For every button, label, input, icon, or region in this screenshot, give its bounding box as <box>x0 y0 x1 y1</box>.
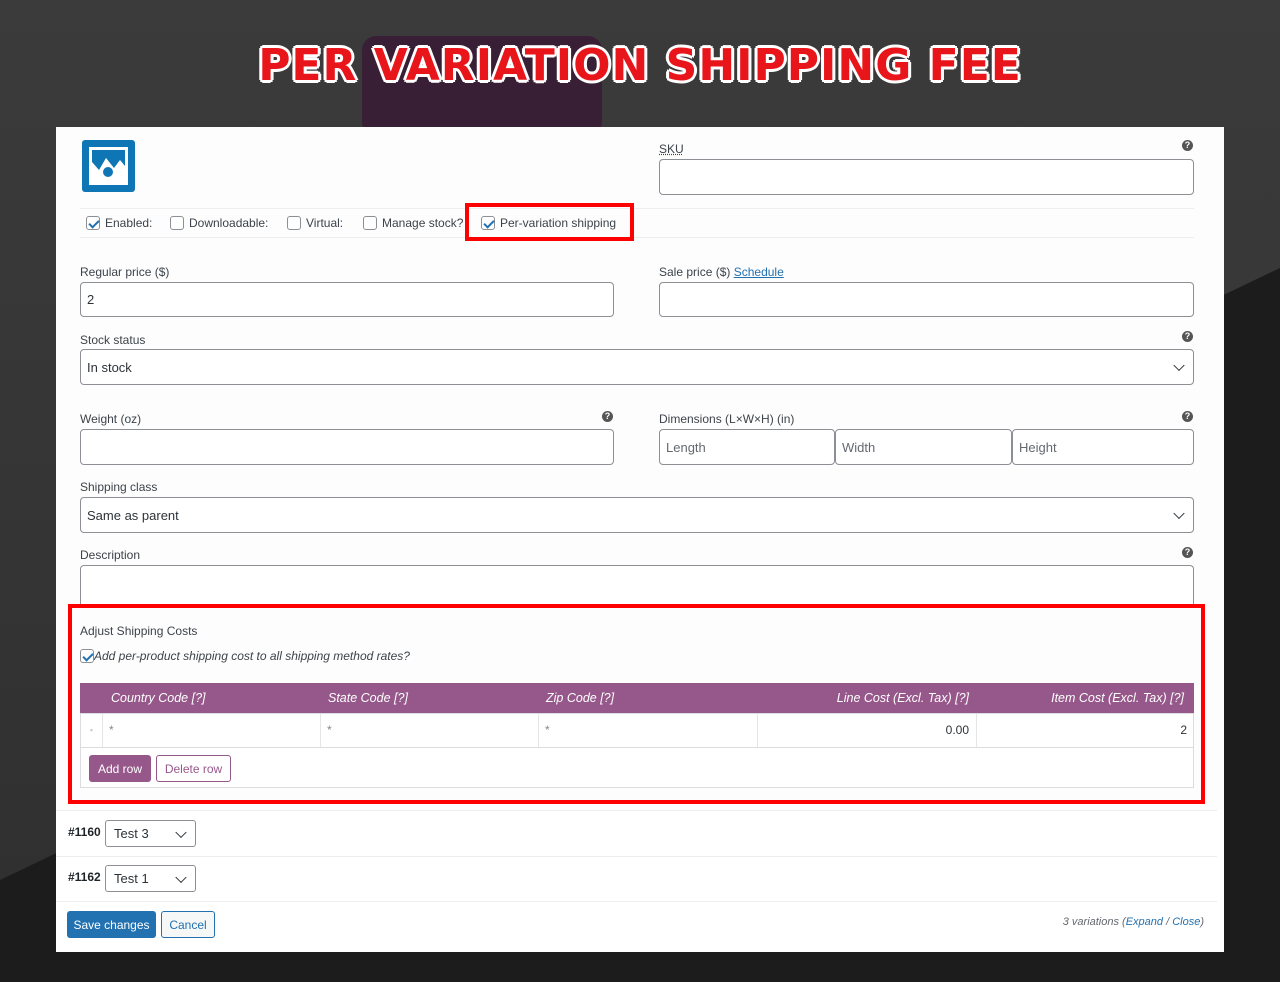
help-icon[interactable]: ? <box>1182 140 1193 151</box>
chevron-down-icon <box>1173 507 1185 520</box>
shipping-rates-header: Country Code [?] State Code [?] Zip Code… <box>80 683 1194 713</box>
checkbox-icon[interactable] <box>287 216 301 230</box>
help-icon[interactable]: ? <box>602 411 613 422</box>
variation-attribute-value: Test 3 <box>114 826 149 841</box>
line-cost-cell[interactable]: 0.00 <box>758 714 977 747</box>
per-variation-shipping-checkbox[interactable]: Per-variation shipping <box>481 216 616 230</box>
virtual-checkbox[interactable]: Virtual: <box>287 216 343 230</box>
drag-handle-icon[interactable]: ▪ <box>81 714 103 747</box>
variation-attribute-value: Test 1 <box>114 871 149 886</box>
variation-attribute-select[interactable]: Test 3 <box>105 820 196 847</box>
stock-status-value: In stock <box>87 359 132 375</box>
expand-link[interactable]: Expand <box>1126 916 1163 928</box>
regular-price-label: Regular price ($) <box>80 265 170 279</box>
per-variation-shipping-label: Per-variation shipping <box>500 216 617 230</box>
chevron-down-icon <box>1173 359 1185 372</box>
variations-count: 3 variations (Expand / Close) <box>1063 916 1204 928</box>
add-row-button[interactable]: Add row <box>89 755 151 782</box>
regular-price-input[interactable]: 2 <box>80 282 614 317</box>
weight-input[interactable] <box>80 429 614 465</box>
help-icon[interactable]: ? <box>1182 547 1193 558</box>
col-state-code[interactable]: State Code [?] <box>328 683 408 713</box>
shipping-class-value: Same as parent <box>87 507 179 523</box>
sku-label: SKU <box>659 142 684 156</box>
item-cost-cell[interactable]: 2 <box>977 714 1193 747</box>
help-icon[interactable]: ? <box>1182 411 1193 422</box>
cancel-button[interactable]: Cancel <box>161 911 215 938</box>
description-label: Description <box>80 548 141 562</box>
table-row: ▪ * * * 0.00 2 <box>80 713 1194 748</box>
image-placeholder-icon[interactable] <box>82 140 135 192</box>
variations-count-text: 3 variations ( <box>1062 916 1126 928</box>
checkbox-icon[interactable] <box>481 216 495 230</box>
save-changes-button[interactable]: Save changes <box>67 911 156 938</box>
sale-price-label: Sale price ($) <box>659 265 731 279</box>
checkbox-icon[interactable] <box>363 216 377 230</box>
description-textarea[interactable] <box>80 565 1194 605</box>
length-input[interactable]: Length <box>659 429 835 465</box>
checkbox-icon[interactable] <box>80 649 94 663</box>
chevron-down-icon <box>175 826 187 838</box>
dimensions-label: Dimensions (L×W×H) (in) <box>659 412 795 426</box>
shipping-class-select[interactable]: Same as parent <box>80 497 1194 533</box>
col-line-cost[interactable]: Line Cost (Excl. Tax) [?] <box>837 683 969 713</box>
count-end: ) <box>1200 916 1204 928</box>
adjust-shipping-title: Adjust Shipping Costs <box>80 624 198 638</box>
state-cell[interactable]: * <box>321 714 539 747</box>
height-input[interactable]: Height <box>1012 429 1194 465</box>
help-icon[interactable]: ? <box>1182 331 1193 342</box>
country-cell[interactable]: * <box>103 714 321 747</box>
checkbox-icon[interactable] <box>170 216 184 230</box>
variation-id: #1160 <box>68 825 101 839</box>
variation-row: #1162 Test 1 <box>56 856 1217 901</box>
per-product-cost-checkbox[interactable]: Add per-product shipping cost to all shi… <box>80 649 410 663</box>
enabled-checkbox[interactable]: Enabled: <box>86 216 152 230</box>
delete-row-button[interactable]: Delete row <box>156 755 231 782</box>
col-item-cost[interactable]: Item Cost (Excl. Tax) [?] <box>1051 683 1184 713</box>
sku-input[interactable] <box>659 159 1194 195</box>
schedule-link[interactable]: Schedule <box>734 265 784 279</box>
separator: / <box>1163 916 1173 928</box>
variation-id: #1162 <box>68 870 101 884</box>
manage-stock-label: Manage stock? <box>382 216 464 230</box>
variation-row: #1160 Test 3 <box>56 810 1217 856</box>
virtual-label: Virtual: <box>306 216 344 230</box>
zip-cell[interactable]: * <box>539 714 758 747</box>
downloadable-checkbox[interactable]: Downloadable: <box>170 216 268 230</box>
close-link[interactable]: Close <box>1172 916 1200 928</box>
per-product-cost-label: Add per-product shipping cost to all shi… <box>94 649 410 663</box>
variation-attribute-select[interactable]: Test 1 <box>105 865 196 892</box>
sale-price-label-group: Sale price ($) Schedule <box>659 265 784 279</box>
col-country-code[interactable]: Country Code [?] <box>111 683 206 713</box>
checkbox-icon[interactable] <box>86 216 100 230</box>
enabled-label: Enabled: <box>105 216 153 230</box>
banner-title: PER VARIATION SHIPPING FEE <box>258 40 1022 91</box>
variations-footer <box>56 901 1217 946</box>
manage-stock-checkbox[interactable]: Manage stock? <box>363 216 463 230</box>
downloadable-label: Downloadable: <box>189 216 269 230</box>
shipping-class-label: Shipping class <box>80 480 158 494</box>
chevron-down-icon <box>175 871 187 883</box>
weight-label: Weight (oz) <box>80 412 142 426</box>
width-input[interactable]: Width <box>835 429 1012 465</box>
col-zip-code[interactable]: Zip Code [?] <box>546 683 614 713</box>
table-footer <box>80 748 1194 788</box>
stock-status-label: Stock status <box>80 333 146 347</box>
sale-price-input[interactable] <box>659 282 1194 317</box>
stock-status-select[interactable]: In stock <box>80 349 1194 385</box>
variation-panel: SKU ? Enabled: Downloadable: Virtual: Ma… <box>56 127 1224 952</box>
